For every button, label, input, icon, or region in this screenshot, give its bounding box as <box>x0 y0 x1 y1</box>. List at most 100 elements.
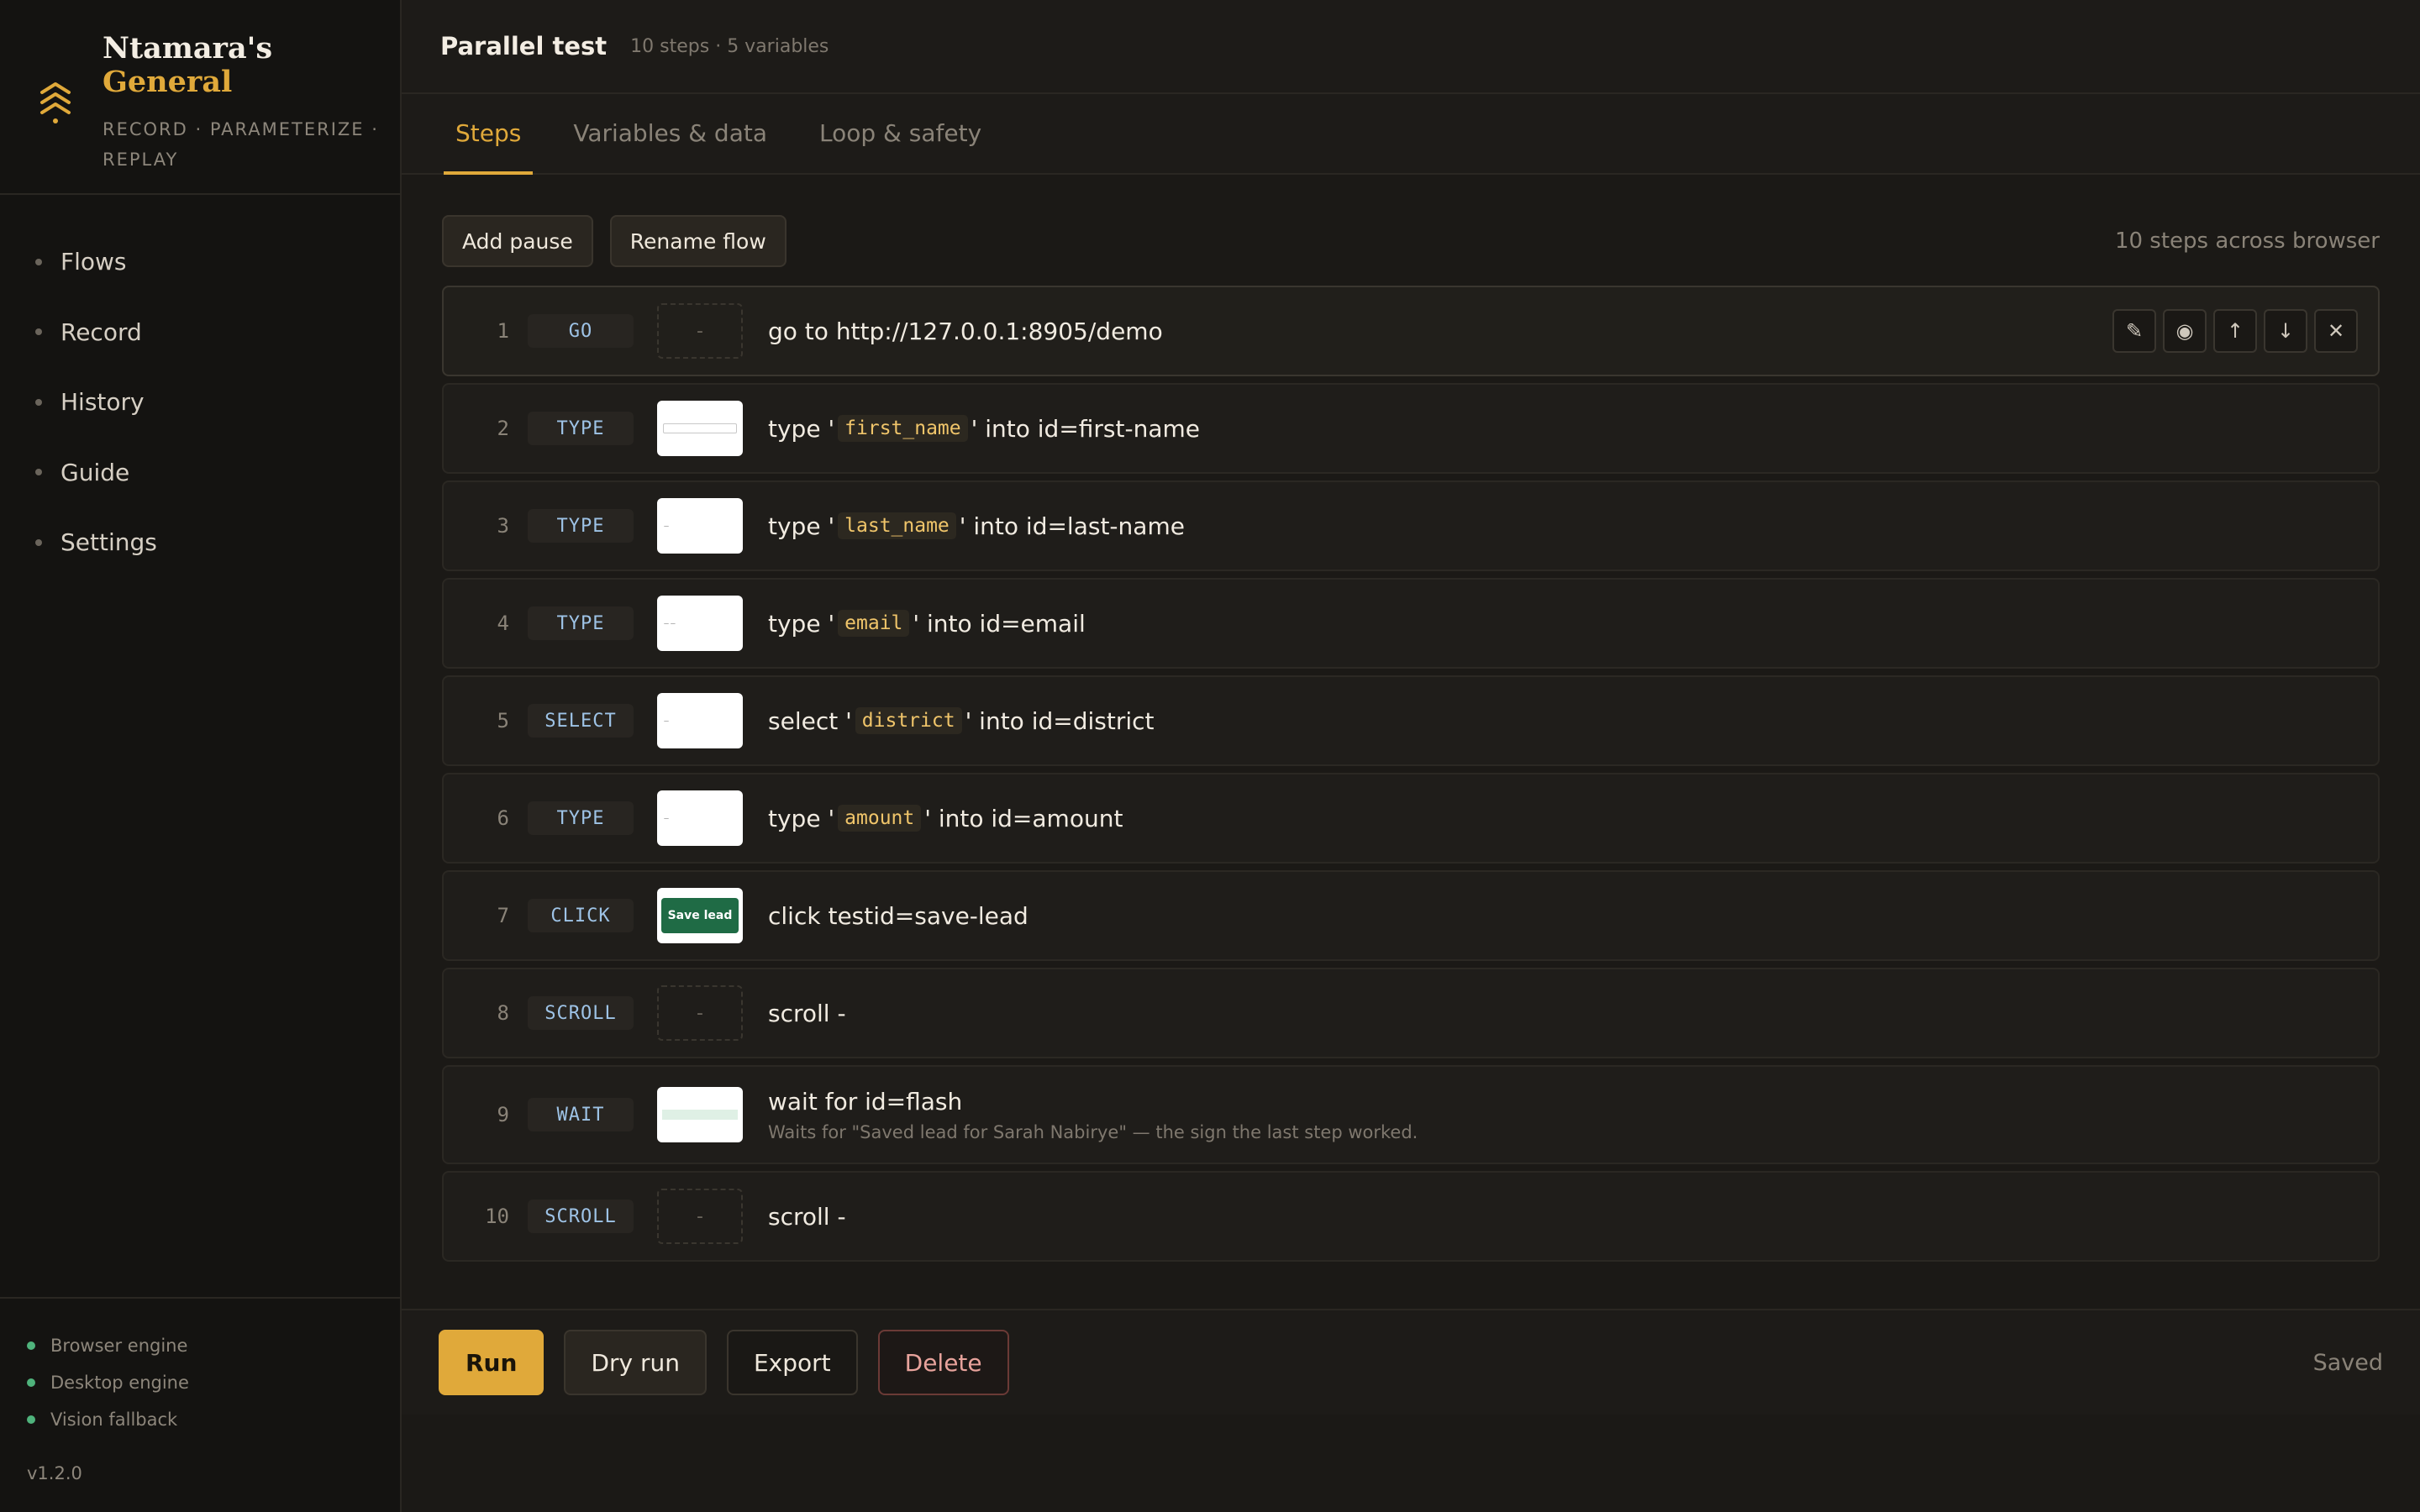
step-row[interactable]: 8 SCROLL - scroll - <box>442 968 2380 1058</box>
bullet-icon <box>35 398 42 406</box>
step-number: 10 <box>485 1205 509 1228</box>
step-number: 3 <box>497 514 509 538</box>
export-button[interactable]: Export <box>726 1330 858 1395</box>
engine-status: Desktop engine <box>27 1364 400 1401</box>
add-pause-button[interactable]: Add pause <box>442 215 593 267</box>
step-thumbnail-empty: - <box>657 1189 743 1244</box>
dry-run-button[interactable]: Dry run <box>564 1330 707 1395</box>
thumbnail-text-preview: — <box>664 522 669 529</box>
bullet-icon <box>35 258 42 265</box>
step-type-badge: SCROLL <box>528 996 634 1030</box>
step-description: scroll - <box>768 1000 846 1027</box>
version-label: v1.2.0 <box>27 1463 82 1483</box>
step-row[interactable]: 4 TYPE — — type ' email ' into id=email <box>442 578 2380 669</box>
tab-bar: Steps Variables & data Loop & safety <box>402 94 2420 175</box>
page-title: Parallel test <box>440 32 608 60</box>
step-number: 8 <box>497 1001 509 1025</box>
step-type-badge: TYPE <box>528 412 634 445</box>
engine-status: Vision fallback <box>27 1401 400 1438</box>
step-number: 1 <box>497 319 509 343</box>
tab-steps[interactable]: Steps <box>444 92 534 175</box>
step-text: type ' <box>768 512 835 540</box>
step-description: wait for id=flash Waits for "Saved lead … <box>768 1088 1418 1142</box>
step-actions: ✎ ◉ ↑ ↓ ✕ <box>2106 309 2358 353</box>
step-number: 5 <box>497 709 509 732</box>
sidebar-item-history[interactable]: History <box>0 367 400 438</box>
step-description: scroll - <box>768 1203 846 1231</box>
thumbnail-select-preview: — <box>664 717 669 724</box>
sidebar-item-label: Flows <box>60 248 127 276</box>
bullet-icon <box>35 538 42 546</box>
record-icon[interactable]: ◉ <box>2163 309 2207 353</box>
rename-flow-button[interactable]: Rename flow <box>609 215 786 267</box>
sidebar-nav: Flows Record History Guide Settings <box>0 195 400 578</box>
step-description: go to http://127.0.0.1:8905/demo <box>768 318 1163 345</box>
tab-variables-data[interactable]: Variables & data <box>561 92 779 173</box>
step-text: scroll - <box>768 1202 846 1231</box>
engine-label: Vision fallback <box>50 1410 178 1430</box>
sidebar-item-guide[interactable]: Guide <box>0 438 400 508</box>
step-description: type ' amount ' into id=amount <box>768 805 1123 832</box>
brand-tagline: RECORD · PARAMETERIZE · REPLAY <box>103 119 379 170</box>
step-description: type ' first_name ' into id=first-name <box>768 415 1200 443</box>
move-up-icon[interactable]: ↑ <box>2213 309 2257 353</box>
thumbnail-save-lead-button: Save lead <box>661 898 739 933</box>
sidebar-item-settings[interactable]: Settings <box>0 507 400 578</box>
step-thumbnail: Save lead <box>657 888 743 943</box>
step-type-badge: GO <box>528 314 634 348</box>
step-row[interactable]: 10 SCROLL - scroll - <box>442 1171 2380 1262</box>
step-text: wait for id=flash <box>768 1087 963 1116</box>
step-description: type ' email ' into id=email <box>768 610 1086 638</box>
variable-chip: email <box>838 610 910 637</box>
run-button[interactable]: Run <box>439 1330 544 1395</box>
step-thumbnail <box>657 401 743 456</box>
step-number: 2 <box>497 417 509 440</box>
step-row[interactable]: 2 TYPE type ' first_name ' into id=first-n… <box>442 383 2380 474</box>
step-row[interactable]: 3 TYPE — type ' last_name ' into id=last-n… <box>442 480 2380 571</box>
step-text: type ' <box>768 609 835 638</box>
thumbnail-text-preview: — — <box>664 620 676 627</box>
status-dot-icon <box>27 1341 35 1350</box>
steps-content: Add pause Rename flow 10 steps across br… <box>402 175 2420 1268</box>
variable-chip: first_name <box>838 415 968 442</box>
move-down-icon[interactable]: ↓ <box>2264 309 2307 353</box>
engine-status-list: Browser engine Desktop engine Vision fal… <box>0 1297 400 1438</box>
step-description: select ' district ' into id=district <box>768 707 1155 735</box>
step-hint: Waits for "Saved lead for Sarah Nabirye"… <box>768 1121 1418 1142</box>
close-icon[interactable]: ✕ <box>2314 309 2358 353</box>
delete-button[interactable]: Delete <box>877 1330 1009 1395</box>
step-text: ' into id=email <box>913 609 1086 638</box>
thumbnail-field-preview <box>663 423 737 433</box>
step-row[interactable]: 7 CLICK Save lead click testid=save-lead <box>442 870 2380 961</box>
steps-list: 1 GO - go to http://127.0.0.1:8905/demo … <box>442 286 2380 1268</box>
step-type-badge: SELECT <box>528 704 634 738</box>
flow-meta: 10 steps · 5 variables <box>630 35 829 57</box>
edit-icon[interactable]: ✎ <box>2112 309 2156 353</box>
step-row[interactable]: 5 SELECT — select ' district ' into id=dis… <box>442 675 2380 766</box>
sidebar-item-record[interactable]: Record <box>0 297 400 368</box>
step-text: ' into id=amount <box>924 804 1123 832</box>
app-window: Ntamara's General RECORD · PARAMETERIZE … <box>0 0 2420 1512</box>
step-description: click testid=save-lead <box>768 902 1028 930</box>
step-thumbnail-empty: - <box>657 303 743 359</box>
brand: Ntamara's General RECORD · PARAMETERIZE … <box>0 0 400 195</box>
step-row[interactable]: 1 GO - go to http://127.0.0.1:8905/demo … <box>442 286 2380 376</box>
step-text: type ' <box>768 414 835 443</box>
step-row[interactable]: 6 TYPE — type ' amount ' into id=amount <box>442 773 2380 864</box>
action-bar: Run Dry run Export Delete Saved <box>402 1309 2420 1415</box>
status-dot-icon <box>27 1378 35 1387</box>
step-type-badge: CLICK <box>528 899 634 932</box>
bullet-icon <box>35 469 42 476</box>
tab-loop-safety[interactable]: Loop & safety <box>808 92 993 173</box>
bullet-icon <box>35 328 42 336</box>
sidebar-item-flows[interactable]: Flows <box>0 227 400 297</box>
step-text: ' into id=district <box>965 706 1155 735</box>
step-thumbnail: — <box>657 790 743 846</box>
steps-summary: 10 steps across browser <box>2114 228 2380 254</box>
step-description: type ' last_name ' into id=last-name <box>768 512 1185 540</box>
thumbnail-text-preview: — <box>664 815 669 822</box>
sidebar-item-label: Guide <box>60 458 130 486</box>
step-row[interactable]: 9 WAIT wait for id=flash Waits for "Save… <box>442 1065 2380 1164</box>
flow-header: Parallel test 10 steps · 5 variables <box>402 0 2420 94</box>
engine-label: Desktop engine <box>50 1373 189 1393</box>
